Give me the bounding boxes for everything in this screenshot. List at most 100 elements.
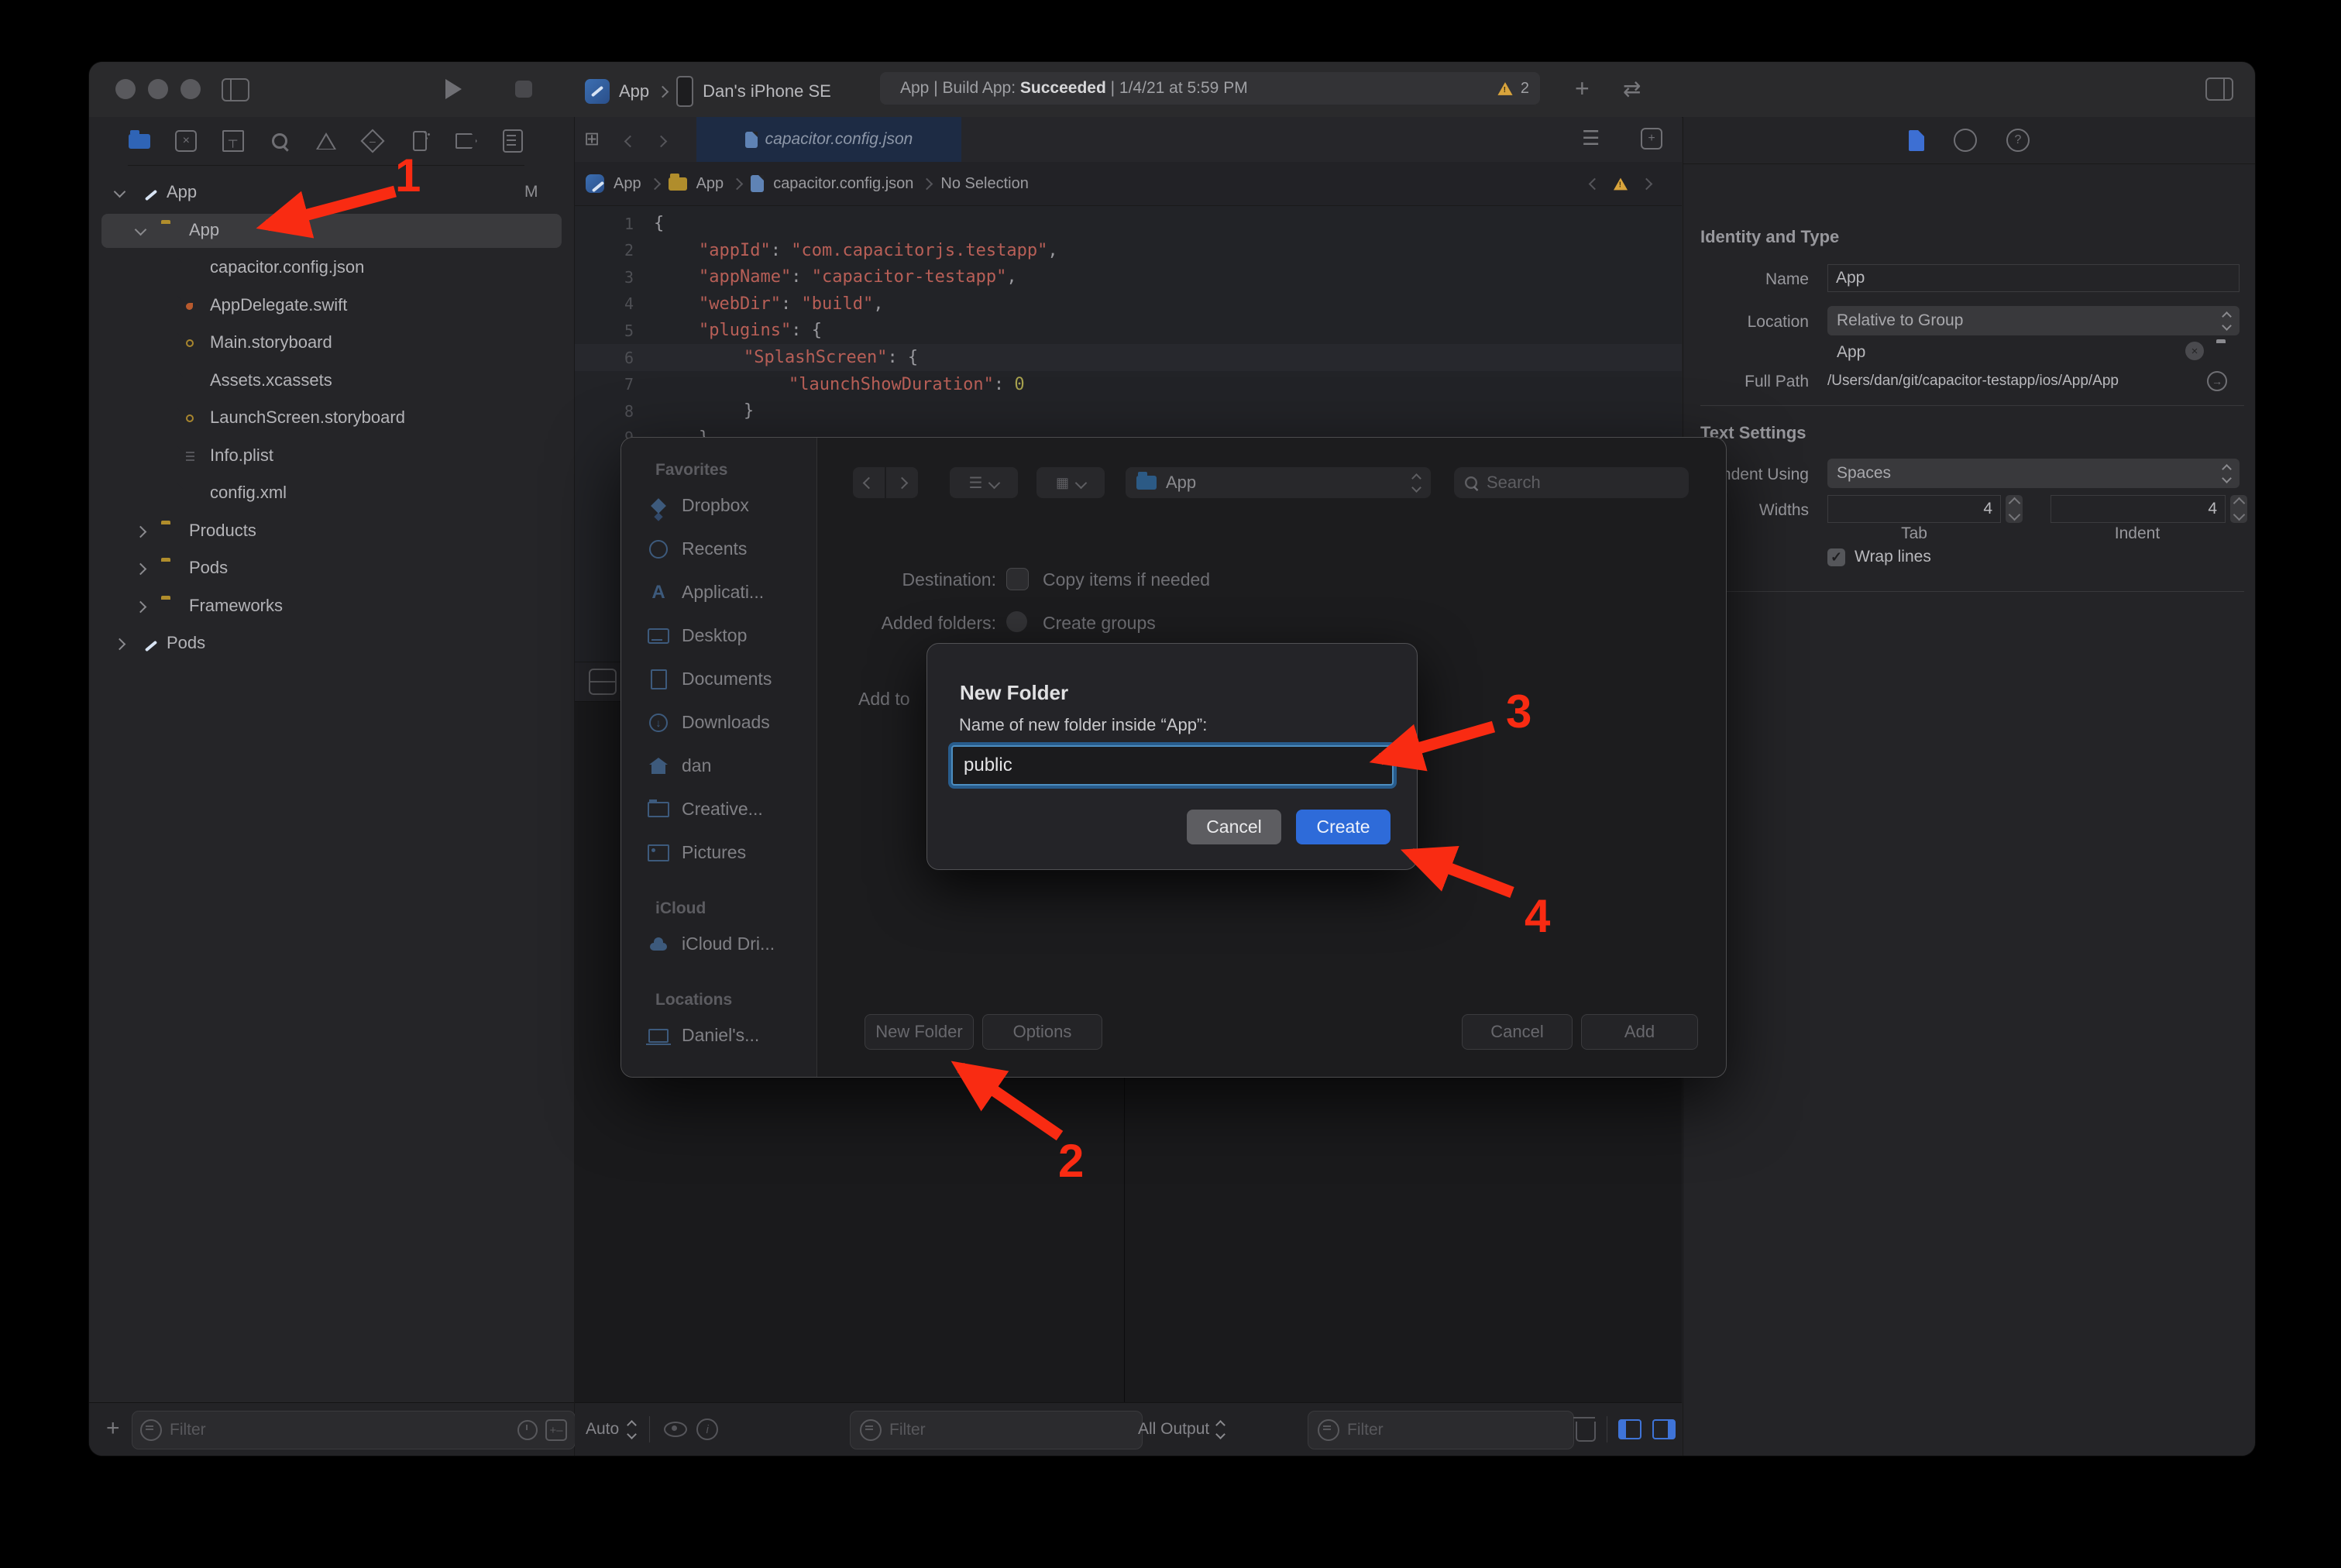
- tree-row-config-xml[interactable]: config.xml: [89, 476, 574, 511]
- code-line-1[interactable]: 1{: [575, 210, 1682, 237]
- sidebar-item-recents[interactable]: Recents: [648, 538, 747, 559]
- tree-row-launchscreen-storyboard[interactable]: LaunchScreen.storyboard: [89, 401, 574, 435]
- scheme-project-icon[interactable]: [585, 79, 610, 104]
- sidebar-item-dropbox[interactable]: Dropbox: [648, 495, 749, 516]
- previous-issue-icon[interactable]: [1589, 177, 1601, 190]
- version-editor-icon[interactable]: ⇄: [1623, 76, 1641, 101]
- clear-console-icon[interactable]: [1576, 1422, 1596, 1442]
- create-groups-radio[interactable]: [1006, 611, 1027, 632]
- variables-view-scope[interactable]: Auto: [586, 1420, 619, 1439]
- library-add-icon[interactable]: +: [1575, 74, 1590, 103]
- indent-using-dropdown[interactable]: Spaces: [1827, 459, 2240, 488]
- symbol-navigator-icon[interactable]: ┬: [222, 129, 245, 153]
- breadcrumb-selection[interactable]: No Selection: [940, 175, 1028, 193]
- quicklook-icon[interactable]: [664, 1422, 687, 1437]
- file-inspector-tab[interactable]: [1909, 130, 1924, 151]
- run-destination[interactable]: Dan's iPhone SE: [703, 81, 831, 101]
- activity-status-bar[interactable]: App | Build App: Succeeded | 1/4/21 at 5…: [880, 72, 1540, 105]
- code-line-8[interactable]: 8}: [575, 397, 1682, 425]
- project-navigator-icon[interactable]: [128, 129, 151, 153]
- sheet-options-button[interactable]: Options: [982, 1014, 1102, 1050]
- sheet-new-folder-button[interactable]: New Folder: [865, 1014, 974, 1050]
- name-field[interactable]: App: [1827, 264, 2240, 292]
- sheet-back-button[interactable]: [853, 467, 885, 498]
- code-line-3[interactable]: 3"appName": "capacitor-testapp",: [575, 263, 1682, 291]
- next-issue-icon[interactable]: [1641, 177, 1653, 190]
- toggle-navigator-icon[interactable]: [222, 78, 249, 101]
- show-variables-view-icon[interactable]: [1618, 1419, 1641, 1439]
- tree-row-appdelegate-swift[interactable]: AppDelegate.swift: [89, 289, 574, 323]
- run-button[interactable]: [445, 79, 462, 99]
- breadcrumb-file[interactable]: capacitor.config.json: [773, 175, 913, 193]
- add-file-button[interactable]: +: [106, 1415, 120, 1442]
- sidebar-item-creative-[interactable]: Creative...: [648, 799, 763, 820]
- source-control-filter-icon[interactable]: +–: [545, 1419, 567, 1441]
- reveal-path-icon[interactable]: →: [2207, 371, 2227, 391]
- issue-warning-icon[interactable]: [1614, 177, 1628, 190]
- sidebar-item-dan[interactable]: dan: [648, 755, 711, 776]
- help-inspector-tab[interactable]: ?: [2006, 129, 2030, 152]
- jump-bar[interactable]: App App capacitor.config.json No Selecti…: [575, 162, 1682, 206]
- tree-row-pods[interactable]: Pods: [89, 552, 574, 586]
- close-window-button[interactable]: [115, 79, 136, 99]
- tree-row-capacitor-config-json[interactable]: capacitor.config.json: [89, 251, 574, 285]
- variables-filter-field[interactable]: Filter: [850, 1411, 1143, 1449]
- sheet-search-field[interactable]: Search: [1454, 467, 1689, 498]
- test-navigator-icon[interactable]: –: [361, 129, 384, 153]
- code-line-4[interactable]: 4"webDir": "build",: [575, 291, 1682, 318]
- warning-badge[interactable]: 2: [1496, 80, 1529, 98]
- info-icon[interactable]: i: [696, 1418, 718, 1440]
- recent-files-filter-icon[interactable]: [517, 1420, 538, 1440]
- wrap-lines-checkbox[interactable]: ✓: [1827, 548, 1845, 566]
- editor-tab[interactable]: capacitor.config.json: [696, 117, 961, 162]
- toggle-inspector-icon[interactable]: [2205, 77, 2233, 101]
- disclosure-closed-icon[interactable]: [135, 600, 147, 613]
- copy-items-checkbox[interactable]: [1006, 568, 1029, 590]
- disclosure-open-icon[interactable]: [114, 186, 126, 198]
- go-forward-icon[interactable]: [657, 136, 665, 150]
- sheet-add-button[interactable]: Add: [1581, 1014, 1698, 1050]
- tree-row-frameworks[interactable]: Frameworks: [89, 590, 574, 624]
- tree-row-app[interactable]: AppM: [89, 176, 574, 210]
- add-editor-icon[interactable]: +: [1641, 128, 1662, 150]
- minimap-options-icon[interactable]: ☰: [1582, 126, 1600, 150]
- sidebar-item-downloads[interactable]: ↓Downloads: [648, 712, 770, 733]
- breadcrumb-project[interactable]: App: [614, 175, 641, 193]
- console-output-scope[interactable]: All Output: [1138, 1420, 1209, 1439]
- disclosure-closed-icon[interactable]: [135, 525, 147, 538]
- tree-row-app[interactable]: App: [89, 214, 574, 248]
- stop-button[interactable]: [515, 81, 532, 98]
- list-view-dropdown[interactable]: ☰: [950, 467, 1018, 498]
- sidebar-item-icloud-dri-[interactable]: iCloud Dri...: [648, 934, 775, 954]
- folder-name-field[interactable]: public: [951, 745, 1394, 786]
- current-folder-dropdown[interactable]: App: [1126, 467, 1431, 498]
- tree-row-pods[interactable]: Pods: [89, 627, 574, 661]
- related-items-icon[interactable]: ⊞: [584, 128, 600, 150]
- indent-width-stepper[interactable]: [2230, 495, 2247, 523]
- tab-width-stepper[interactable]: [2006, 495, 2023, 523]
- go-back-icon[interactable]: [626, 136, 634, 150]
- find-navigator-icon[interactable]: [268, 129, 291, 153]
- navigator-filter-field[interactable]: Filter +–: [132, 1411, 576, 1449]
- location-dropdown[interactable]: Relative to Group: [1827, 306, 2240, 335]
- sidebar-item-daniel-s-[interactable]: Daniel's...: [648, 1025, 759, 1046]
- tree-row-info-plist[interactable]: Info.plist: [89, 439, 574, 473]
- tree-row-products[interactable]: Products: [89, 514, 574, 548]
- wrap-lines-row[interactable]: ✓ Wrap lines: [1827, 548, 1931, 566]
- sidebar-item-desktop[interactable]: Desktop: [648, 625, 747, 646]
- editor-layout-icon[interactable]: [589, 669, 617, 695]
- code-line-7[interactable]: 7"launchShowDuration": 0: [575, 371, 1682, 398]
- sidebar-item-applicati-[interactable]: AApplicati...: [648, 582, 764, 603]
- clear-location-icon[interactable]: ×: [2185, 342, 2204, 360]
- sheet-forward-button[interactable]: [886, 467, 918, 498]
- show-console-icon[interactable]: [1652, 1419, 1676, 1439]
- sheet-cancel-button[interactable]: Cancel: [1462, 1014, 1573, 1050]
- disclosure-closed-icon[interactable]: [135, 563, 147, 576]
- breakpoint-navigator-icon[interactable]: [455, 129, 478, 153]
- code-line-2[interactable]: 2"appId": "com.capacitorjs.testapp",: [575, 237, 1682, 264]
- zoom-window-button[interactable]: [180, 79, 201, 99]
- breadcrumb-group[interactable]: App: [696, 175, 724, 193]
- source-control-navigator-icon[interactable]: ×: [174, 129, 198, 153]
- console-filter-field[interactable]: Filter: [1308, 1411, 1574, 1449]
- tree-row-assets-xcassets[interactable]: Assets.xcassets: [89, 364, 574, 398]
